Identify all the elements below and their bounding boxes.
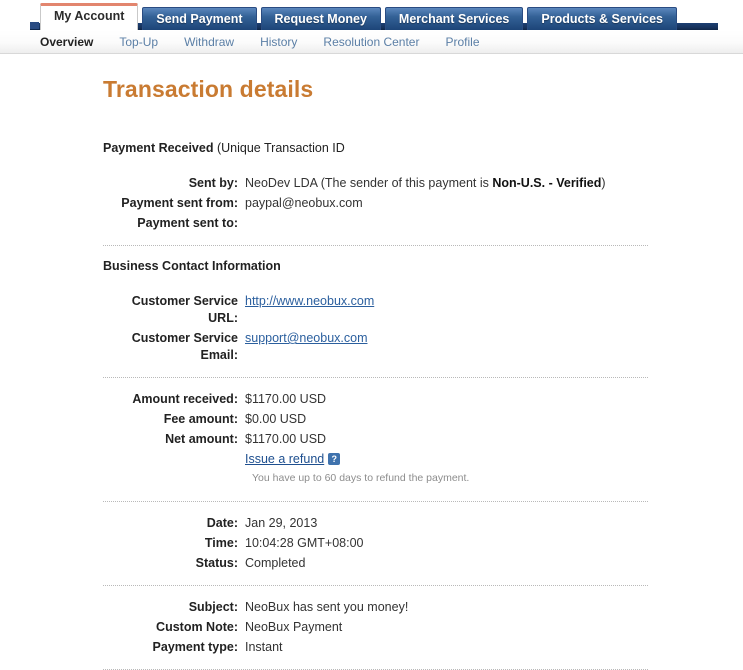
- value-customer-service-email: support@neobux.com: [245, 330, 367, 364]
- row-customer-service-url: Customer Service URL: http://www.neobux.…: [103, 293, 743, 327]
- value-subject: NeoBux has sent you money!: [245, 600, 409, 614]
- label-issue-refund-spacer: [103, 451, 245, 468]
- divider-after-business-contact: [103, 377, 648, 378]
- subnav-item-overview[interactable]: Overview: [40, 35, 93, 49]
- value-issue-refund: Issue a refund?: [245, 451, 341, 468]
- value-customer-service-url: http://www.neobux.com: [245, 293, 374, 327]
- subnav-item-resolution-center[interactable]: Resolution Center: [323, 35, 419, 49]
- value-sent-by-text: NeoDev LDA (The sender of this payment i…: [245, 176, 493, 190]
- value-sent-by: NeoDev LDA (The sender of this payment i…: [245, 175, 606, 192]
- issue-refund-link[interactable]: Issue a refund: [245, 452, 324, 466]
- subnav-item-history[interactable]: History: [260, 35, 297, 49]
- label-customer-service-url: Customer Service URL:: [131, 294, 238, 325]
- label-time: Time:: [204, 536, 238, 550]
- row-payment-type: Payment type: Instant: [103, 639, 743, 656]
- label-custom-note: Custom Note:: [156, 620, 238, 634]
- row-issue-refund: Issue a refund?: [103, 451, 743, 468]
- tab-my-account[interactable]: My Account: [40, 3, 139, 30]
- value-custom-note: NeoBux Payment: [245, 620, 343, 634]
- value-payment-sent-from: paypal@neobux.com: [245, 196, 363, 210]
- label-net-amount: Net amount:: [165, 432, 238, 446]
- customer-service-email-link[interactable]: support@neobux.com: [245, 331, 367, 345]
- subnav-item-profile[interactable]: Profile: [445, 35, 479, 49]
- tab-request-money[interactable]: Request Money: [260, 7, 381, 30]
- secondary-nav-bar: Overview Top-Up Withdraw History Resolut…: [0, 30, 743, 54]
- label-payment-sent-from: Payment sent from:: [121, 196, 238, 210]
- row-date: Date: Jan 29, 2013: [103, 515, 743, 532]
- primary-tab-bar: My Account Send Payment Request Money Me…: [0, 0, 743, 30]
- value-sent-by-tail: ): [601, 176, 606, 190]
- label-customer-service-email: Customer Service Email:: [131, 331, 238, 362]
- page-title: Transaction details: [103, 76, 314, 102]
- subnav-item-withdraw[interactable]: Withdraw: [184, 35, 234, 49]
- label-date: Date:: [206, 516, 238, 530]
- value-net-amount: $1170.00 USD: [245, 432, 327, 446]
- row-net-amount: Net amount: $1170.00 USD: [103, 431, 743, 448]
- divider-after-timing: [103, 585, 648, 586]
- value-amount-received: $1170.00 USD: [245, 392, 327, 406]
- tab-products-and-services[interactable]: Products & Services: [527, 7, 677, 30]
- tab-merchant-services[interactable]: Merchant Services: [384, 7, 524, 30]
- label-fee-amount: Fee amount:: [163, 412, 238, 426]
- row-time: Time: 10:04:28 GMT+08:00: [103, 535, 743, 552]
- value-fee-amount: $0.00 USD: [245, 412, 307, 426]
- status-badge: Completed: [245, 556, 306, 570]
- row-status: Status: Completed: [103, 555, 743, 572]
- transaction-details-content: Transaction details Payment Received (Un…: [0, 54, 743, 670]
- row-customer-service-email: Customer Service Email: support@neobux.c…: [103, 330, 743, 364]
- label-amount-received: Amount received:: [132, 392, 238, 406]
- subnav-item-top-up[interactable]: Top-Up: [119, 35, 158, 49]
- row-amount-received: Amount received: $1170.00 USD: [103, 391, 743, 408]
- refund-hint-text: You have up to 60 days to refund the pay…: [252, 472, 470, 484]
- payment-received-transaction-id-note: (Unique Transaction ID: [213, 141, 345, 155]
- customer-service-url-link[interactable]: http://www.neobux.com: [245, 294, 374, 308]
- primary-tabs: My Account Send Payment Request Money Me…: [30, 0, 743, 30]
- value-sent-by-verification: Non-U.S. - Verified: [492, 176, 602, 190]
- label-payment-type: Payment type:: [152, 640, 238, 654]
- label-payment-sent-to: Payment sent to:: [137, 216, 238, 230]
- row-payment-sent-to: Payment sent to:: [103, 215, 743, 232]
- tab-send-payment[interactable]: Send Payment: [142, 7, 257, 30]
- value-date: Jan 29, 2013: [245, 516, 318, 530]
- label-subject: Subject:: [188, 600, 238, 614]
- row-payment-sent-from: Payment sent from: paypal@neobux.com: [103, 195, 743, 212]
- row-fee-amount: Fee amount: $0.00 USD: [103, 411, 743, 428]
- row-sent-by: Sent by: NeoDev LDA (The sender of this …: [103, 175, 743, 192]
- payment-received-heading-bold: Payment Received: [103, 141, 214, 155]
- payment-received-heading: Payment Received (Unique Transaction ID: [103, 141, 743, 155]
- label-sent-by: Sent by:: [188, 176, 238, 190]
- divider-after-payment-received: [103, 245, 648, 246]
- value-payment-type: Instant: [245, 640, 283, 654]
- question-mark-icon[interactable]: ?: [328, 453, 341, 465]
- divider-after-amounts: [103, 501, 648, 502]
- row-custom-note: Custom Note: NeoBux Payment: [103, 619, 743, 636]
- label-status: Status:: [195, 556, 238, 570]
- value-time: 10:04:28 GMT+08:00: [245, 536, 364, 550]
- row-subject: Subject: NeoBux has sent you money!: [103, 599, 743, 616]
- business-contact-heading: Business Contact Information: [103, 259, 281, 273]
